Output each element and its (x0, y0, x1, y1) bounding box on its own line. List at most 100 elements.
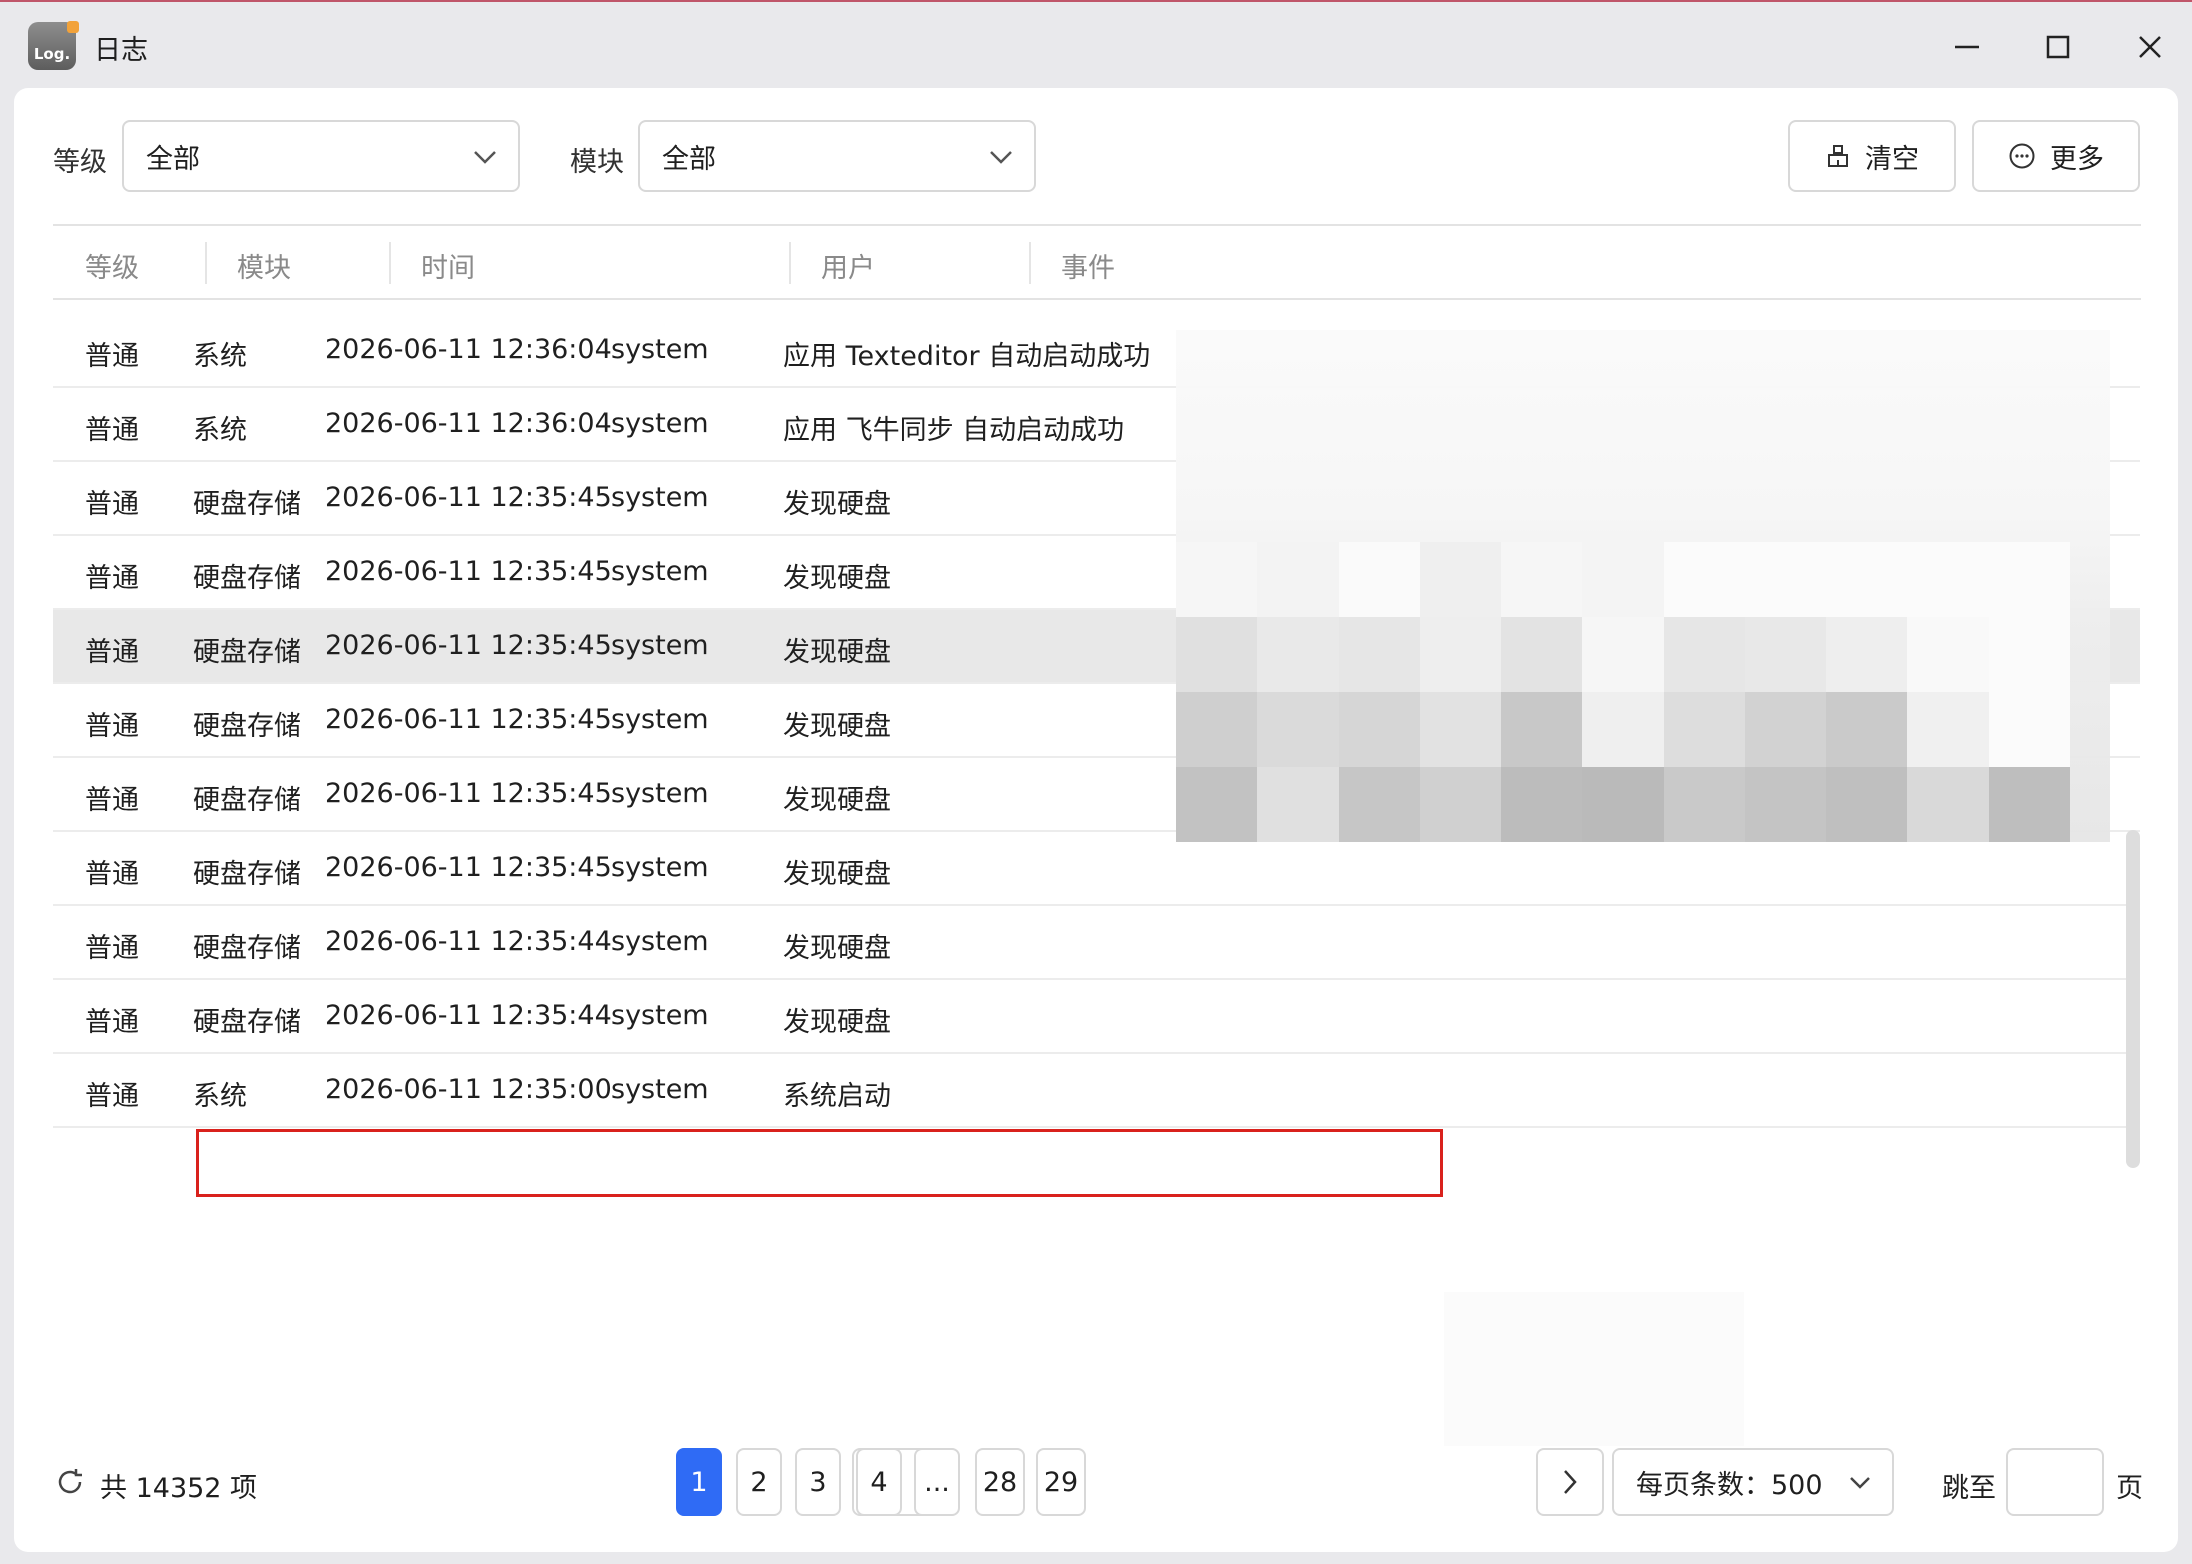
table-scrollbar[interactable] (2126, 830, 2140, 1168)
cell-event: 系统启动 (783, 1081, 891, 1112)
cell-level: 普通 (85, 711, 139, 742)
cell-level: 普通 (85, 933, 139, 964)
chevron-right-icon (1564, 1470, 1577, 1494)
column-header-user[interactable]: 用户 (821, 246, 875, 285)
cell-module: 系统 (193, 1081, 247, 1112)
page-button-4[interactable]: 4 (856, 1448, 902, 1516)
page-ellipsis-button[interactable]: ... (914, 1448, 960, 1516)
level-filter-select[interactable]: 全部 (122, 120, 520, 192)
refresh-icon[interactable] (54, 1466, 86, 1498)
jump-to-label: 跳至 (1942, 1473, 1996, 1504)
cell-user: system (611, 482, 709, 513)
column-separator (1029, 242, 1031, 284)
minimize-icon (1955, 45, 1979, 49)
close-icon (2139, 36, 2161, 58)
cell-time: 2026-06-11 12:36:04 (325, 408, 612, 439)
cell-module: 硬盘存储 (193, 859, 301, 890)
cell-event: 应用 飞牛同步 自动启动成功 (783, 415, 1125, 446)
page-button-3[interactable]: 3 (795, 1448, 841, 1516)
page-button-28[interactable]: 28 (975, 1448, 1025, 1516)
page-button-1[interactable]: 1 (676, 1448, 722, 1516)
log-app-icon: Log. (28, 21, 79, 70)
cell-time: 2026-06-11 12:35:44 (325, 926, 612, 957)
cell-user: system (611, 1074, 709, 1105)
cell-user: system (611, 926, 709, 957)
table-row[interactable]: 普通 硬盘存储 2026-06-11 12:35:44 system 发现硬盘 (53, 980, 2140, 1054)
cell-time: 2026-06-11 12:35:45 (325, 704, 612, 735)
broom-icon (1828, 145, 1848, 167)
page-button-29[interactable]: 29 (1036, 1448, 1086, 1516)
column-header-module[interactable]: 模块 (237, 246, 291, 285)
page-size-select[interactable]: 每页条数：500 (1612, 1448, 1894, 1516)
cell-module: 硬盘存储 (193, 785, 301, 816)
cell-time: 2026-06-11 12:33:03 (325, 1148, 612, 1150)
more-button-label: 更多 (2050, 143, 2104, 175)
table-header-divider (53, 298, 2141, 300)
window-title: 日志 (94, 35, 148, 66)
cell-level: 普通 (85, 1148, 139, 1150)
column-header-time[interactable]: 时间 (421, 246, 475, 285)
cell-level: 普通 (85, 785, 139, 816)
cell-module: 硬盘存储 (193, 637, 301, 668)
cell-module: 系统 (193, 1148, 247, 1150)
cell-module: 硬盘存储 (193, 933, 301, 964)
cell-level: 普通 (85, 563, 139, 594)
page-button-2[interactable]: 2 (736, 1448, 782, 1516)
cell-level: 普通 (85, 489, 139, 520)
cell-user: system (611, 1000, 709, 1031)
cell-module: 硬盘存储 (193, 489, 301, 520)
maximize-icon (2046, 35, 2070, 59)
column-header-event[interactable]: 事件 (1061, 246, 1115, 285)
cell-module: 硬盘存储 (193, 711, 301, 742)
table-row[interactable]: 普通 硬盘存储 2026-06-11 12:35:44 system 发现硬盘 (53, 906, 2140, 980)
app-icon-badge (67, 21, 79, 33)
cell-event: 发现硬盘 (783, 637, 891, 668)
cell-user: system (611, 1148, 709, 1150)
cell-time: 2026-06-11 12:36:04 (325, 334, 612, 365)
cell-time: 2026-06-11 12:35:45 (325, 482, 612, 513)
level-filter-label: 等级 (53, 147, 107, 178)
log-panel: 等级 全部 模块 全部 清空 更多 等级 模块 时间 用户 事件 普通 系统 202… (14, 88, 2178, 1552)
cell-time: 2026-06-11 12:35:45 (325, 778, 612, 809)
column-separator (389, 242, 391, 284)
cell-user: system (611, 778, 709, 809)
cell-time: 2026-06-11 12:35:44 (325, 1000, 612, 1031)
cell-user: system (611, 704, 709, 735)
table-row[interactable]: 普通 系统 2026-06-11 12:35:00 system 系统启动 (53, 1054, 2140, 1128)
cell-level: 普通 (85, 859, 139, 890)
cell-module: 系统 (193, 341, 247, 372)
maximize-button[interactable] (2035, 24, 2081, 70)
clear-button[interactable]: 清空 (1788, 120, 1956, 192)
level-filter-value: 全部 (146, 143, 200, 175)
jump-page-input[interactable] (2006, 1448, 2104, 1516)
module-filter-value: 全部 (662, 143, 716, 175)
table-row[interactable]: 普通 硬盘存储 2026-06-11 12:35:45 system 发现硬盘 (53, 832, 2140, 906)
cell-time: 2026-06-11 12:35:45 (325, 556, 612, 587)
more-icon (2009, 143, 2035, 169)
column-header-level[interactable]: 等级 (85, 246, 139, 285)
table-row[interactable]: 普通 系统 2026-06-11 12:33:03system 应用 影视 停用成功 (53, 1128, 2140, 1150)
column-separator (205, 242, 207, 284)
cell-user: system (611, 556, 709, 587)
cell-level: 普通 (85, 1081, 139, 1112)
page-suffix-label: 页 (2116, 1473, 2143, 1504)
more-button[interactable]: 更多 (1972, 120, 2140, 192)
redacted-mosaic (1176, 542, 2070, 842)
chevron-down-icon (1850, 1477, 1870, 1489)
module-filter-select[interactable]: 全部 (638, 120, 1036, 192)
close-button[interactable] (2127, 24, 2173, 70)
minimize-button[interactable] (1944, 24, 1990, 70)
cell-event: 发现硬盘 (783, 1007, 891, 1038)
cell-event: 应用 Texteditor 自动启动成功 (783, 341, 1151, 372)
cell-event: 发现硬盘 (783, 933, 891, 964)
cell-module: 硬盘存储 (193, 1007, 301, 1038)
cell-event: 发现硬盘 (783, 711, 891, 742)
cell-time: 2026-06-11 12:35:45 (325, 630, 612, 661)
next-page-button[interactable] (1536, 1448, 1604, 1516)
cell-user: system (611, 630, 709, 661)
cell-event: 发现硬盘 (783, 785, 891, 816)
page-size-value: 每页条数：500 (1636, 1469, 1823, 1501)
cell-level: 普通 (85, 1007, 139, 1038)
column-separator (789, 242, 791, 284)
cell-time: 2026-06-11 12:35:00 (325, 1074, 612, 1105)
